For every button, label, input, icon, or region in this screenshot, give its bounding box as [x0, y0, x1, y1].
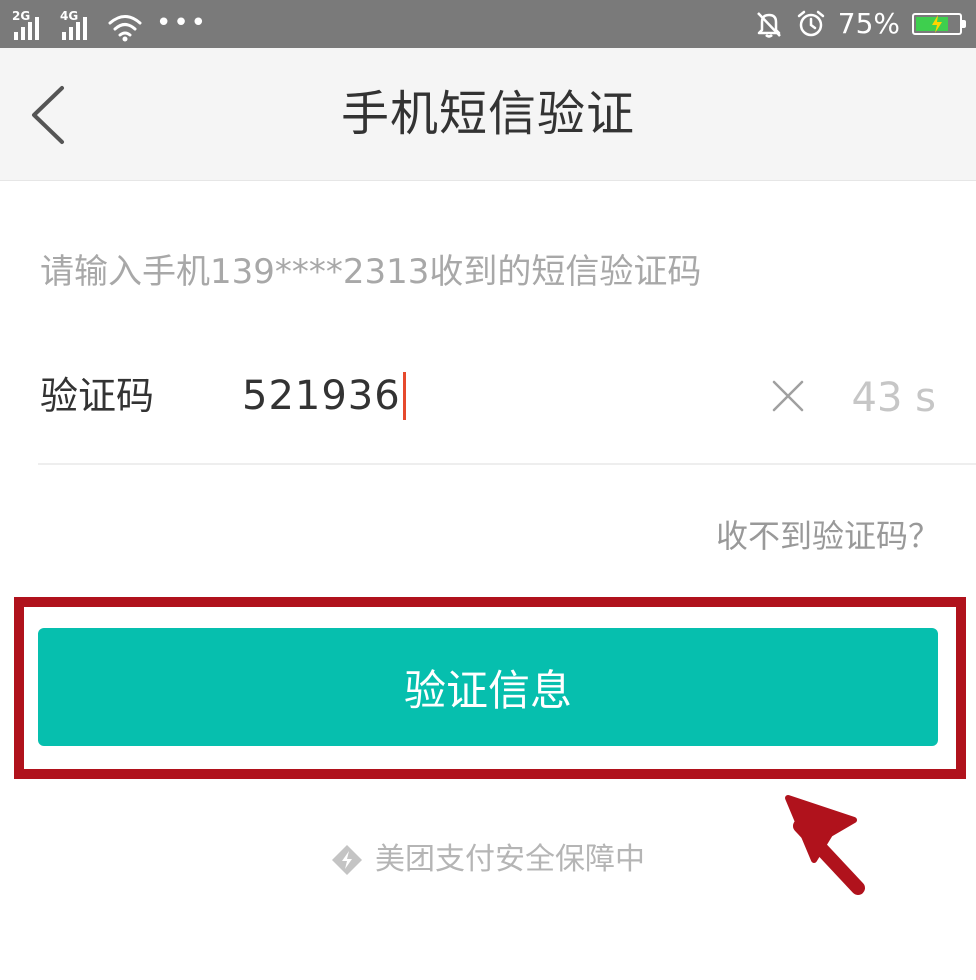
nav-bar: 手机短信验证 [0, 48, 976, 181]
input-divider [38, 463, 976, 465]
clear-input-button[interactable] [770, 378, 806, 414]
more-notifications-icon: ••• [156, 8, 209, 38]
text-cursor [402, 372, 406, 420]
security-note: 美团支付安全保障中 [0, 840, 976, 880]
charging-bolt-icon [932, 15, 942, 33]
no-code-received-link[interactable]: 收不到验证码？ [716, 514, 940, 558]
alarm-icon [797, 10, 825, 37]
verify-button[interactable]: 验证信息 [38, 628, 938, 746]
mute-bell-icon [756, 12, 781, 38]
verification-code-input[interactable]: 521936 [242, 368, 722, 424]
resend-countdown: 43 s [851, 375, 936, 421]
page-title: 手机短信验证 [340, 86, 635, 142]
signal-2g-icon: 2G [12, 10, 52, 42]
status-bar-left: 2G 4G ••• [12, 6, 208, 42]
shield-bolt-icon [332, 845, 362, 875]
verification-code-value: 521936 [242, 373, 401, 419]
signal-4g-icon: 4G [60, 10, 100, 42]
security-text: 美团支付安全保障中 [375, 842, 645, 877]
sms-hint-text: 请输入手机139****2313收到的短信验证码 [40, 252, 702, 292]
close-icon [772, 380, 804, 412]
battery-percent: 75% [837, 7, 900, 40]
status-bar-right: 75% [754, 0, 966, 48]
status-bar: 2G 4G ••• 75% [0, 0, 976, 48]
wifi-icon [108, 15, 142, 42]
verification-code-label: 验证码 [40, 374, 155, 418]
battery-charging-icon [912, 13, 966, 35]
